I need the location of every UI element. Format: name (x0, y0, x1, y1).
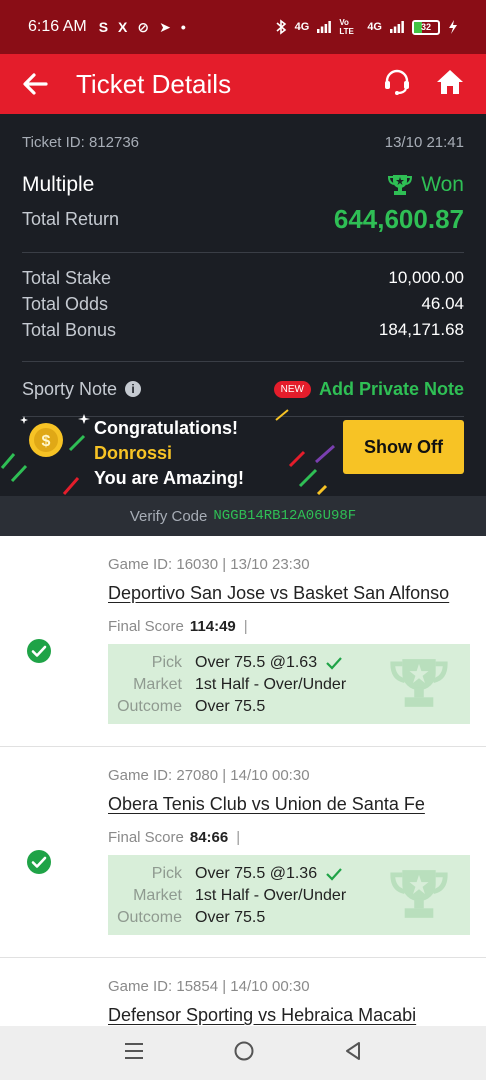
ticket-id: Ticket ID: 812736 (22, 133, 140, 151)
charging-icon (449, 20, 457, 34)
ticket-stats: Total Stake 10,000.00 Total Odds 46.04 T… (22, 253, 464, 343)
sporty-note-label: Sporty Note i (22, 379, 142, 400)
checkmark-icon (326, 657, 342, 670)
total-return-label: Total Return (22, 208, 120, 229)
system-nav-bar (0, 1026, 486, 1080)
outcome-label: Outcome (117, 698, 182, 715)
check-circle-icon (27, 850, 51, 874)
final-score-label: Final Score (108, 829, 184, 846)
market-value: 1st Half - Over/Under (195, 676, 347, 693)
triangle-back-icon (345, 1041, 360, 1060)
trophy-watermark-icon (390, 659, 448, 707)
battery-level: 32 (420, 22, 431, 32)
game-meta: Game ID: 27080 | 14/10 00:30 (108, 767, 310, 784)
market-label: Market (133, 676, 182, 693)
outcome-value: Over 75.5 (195, 909, 266, 926)
game-list: Game ID: 16030 | 13/10 23:30 Deportivo S… (0, 536, 486, 1026)
add-private-note-button[interactable]: NEW Add Private Note (273, 378, 464, 400)
match-link[interactable]: Obera Tenis Club vs Union de Santa Fe (108, 794, 425, 815)
score-separator: | (236, 829, 241, 846)
x-app-icon: X (118, 19, 128, 35)
verify-code-value[interactable]: NGGB14RB12A06U98F (213, 508, 356, 524)
final-score-label: Final Score (108, 618, 184, 635)
status-bar: 6:16 AM S X ⊘ ➤ • 4G Vo LTE 4G 32 (0, 0, 486, 54)
svg-text:$: $ (42, 433, 51, 450)
final-score-row: Final Score 84:66 | (108, 829, 240, 846)
network-4g-icon: 4G (294, 21, 310, 33)
telegram-icon: ➤ (159, 18, 171, 35)
ticket-summary: Ticket ID: 812736 13/10 21:41 Multiple W… (0, 114, 486, 496)
game-meta: Game ID: 15854 | 14/10 00:30 (108, 978, 310, 995)
match-link[interactable]: Defensor Sporting vs Hebraica Macabi (108, 1005, 416, 1026)
final-score-value: 114:49 (189, 618, 236, 635)
system-icons: 4G Vo LTE 4G 32 (275, 18, 458, 36)
market-value: 1st Half - Over/Under (195, 887, 347, 904)
pick-value: Over 75.5 @1.36 (195, 865, 318, 882)
notification-icons: S X ⊘ ➤ • (99, 19, 186, 36)
volte-icon: Vo LTE (339, 18, 354, 36)
app-header: Ticket Details (0, 54, 486, 114)
score-separator: | (243, 618, 248, 635)
bluetooth-icon (276, 19, 286, 35)
back-nav-button[interactable] (344, 1041, 362, 1066)
pick-label: Pick (151, 654, 182, 671)
stat-row-stake: Total Stake 10,000.00 (22, 267, 464, 288)
ticket-date: 13/10 21:41 (384, 133, 464, 151)
arrow-left-icon (23, 73, 48, 95)
final-score-row: Final Score 114:49 | (108, 618, 248, 635)
congrats-line-1: Congratulations! (94, 418, 238, 438)
game-meta: Game ID: 16030 | 13/10 23:30 (108, 556, 310, 573)
game-card: Game ID: 15854 | 14/10 00:30 Defensor Sp… (0, 958, 486, 1026)
battery-icon: 32 (412, 19, 440, 35)
pick-details: Pick Over 75.5 @1.36 Market 1st Half - Ove… (108, 855, 470, 935)
home-icon (437, 69, 463, 94)
signal-icon (317, 21, 332, 33)
congrats-line-3: You are Amazing! (94, 468, 245, 488)
more-notifications-dot: • (180, 19, 186, 35)
page-title: Ticket Details (76, 68, 232, 99)
congrats-username: Donrossi (94, 443, 173, 463)
pick-label: Pick (151, 865, 182, 882)
circle-icon (234, 1041, 254, 1060)
verify-code-label: Verify Code (129, 507, 208, 525)
s-app-icon: S (98, 19, 109, 35)
check-circle-icon (27, 639, 51, 663)
stat-row-odds: Total Odds 46.04 (22, 293, 464, 314)
headset-icon (385, 69, 409, 95)
market-label: Market (133, 887, 182, 904)
network-4g-2-icon: 4G (367, 21, 382, 33)
outcome-value: Over 75.5 (195, 698, 266, 715)
final-score-value: 84:66 (189, 829, 229, 846)
home-nav-button[interactable] (233, 1040, 255, 1067)
checkmark-icon (326, 868, 342, 881)
ticket-type: Multiple (22, 173, 95, 196)
trophy-icon (388, 175, 413, 195)
add-private-note-label: Add Private Note (318, 378, 464, 399)
pick-details: Pick Over 75.5 @1.63 Market 1st Half - Ove… (108, 644, 470, 724)
game-card: Game ID: 16030 | 13/10 23:30 Deportivo S… (0, 536, 486, 747)
trophy-watermark-icon (390, 870, 448, 918)
support-button[interactable] (382, 67, 412, 102)
new-badge: NEW (273, 380, 311, 398)
game-card: Game ID: 27080 | 14/10 00:30 Obera Tenis… (0, 747, 486, 958)
congrats-banner: $ Congratulations! Donrossi You are Amaz… (0, 406, 486, 496)
menu-lines-icon (125, 1042, 144, 1059)
total-return-value: 644,600.87 (333, 203, 464, 234)
match-link[interactable]: Deportivo San Jose vs Basket San Alfonso (108, 583, 449, 604)
outcome-label: Outcome (117, 909, 182, 926)
show-off-button[interactable]: Show Off (343, 420, 464, 474)
recent-apps-button[interactable] (124, 1042, 144, 1065)
back-button[interactable] (22, 69, 52, 99)
status-time: 6:16 AM (28, 18, 87, 35)
stat-row-bonus: Total Bonus 184,171.68 (22, 319, 464, 340)
congrats-text: Congratulations! Donrossi You are Amazin… (94, 416, 244, 491)
verify-code-bar: Verify Code NGGB14RB12A06U98F (0, 496, 486, 536)
won-status: Won (387, 173, 464, 197)
ticket-id-row: Ticket ID: 812736 13/10 21:41 (22, 114, 464, 170)
blocked-icon: ⊘ (137, 18, 150, 35)
home-button[interactable] (436, 69, 464, 100)
signal-2-icon (390, 21, 404, 33)
pick-value: Over 75.5 @1.63 (195, 654, 318, 671)
info-icon[interactable]: i (125, 381, 142, 397)
